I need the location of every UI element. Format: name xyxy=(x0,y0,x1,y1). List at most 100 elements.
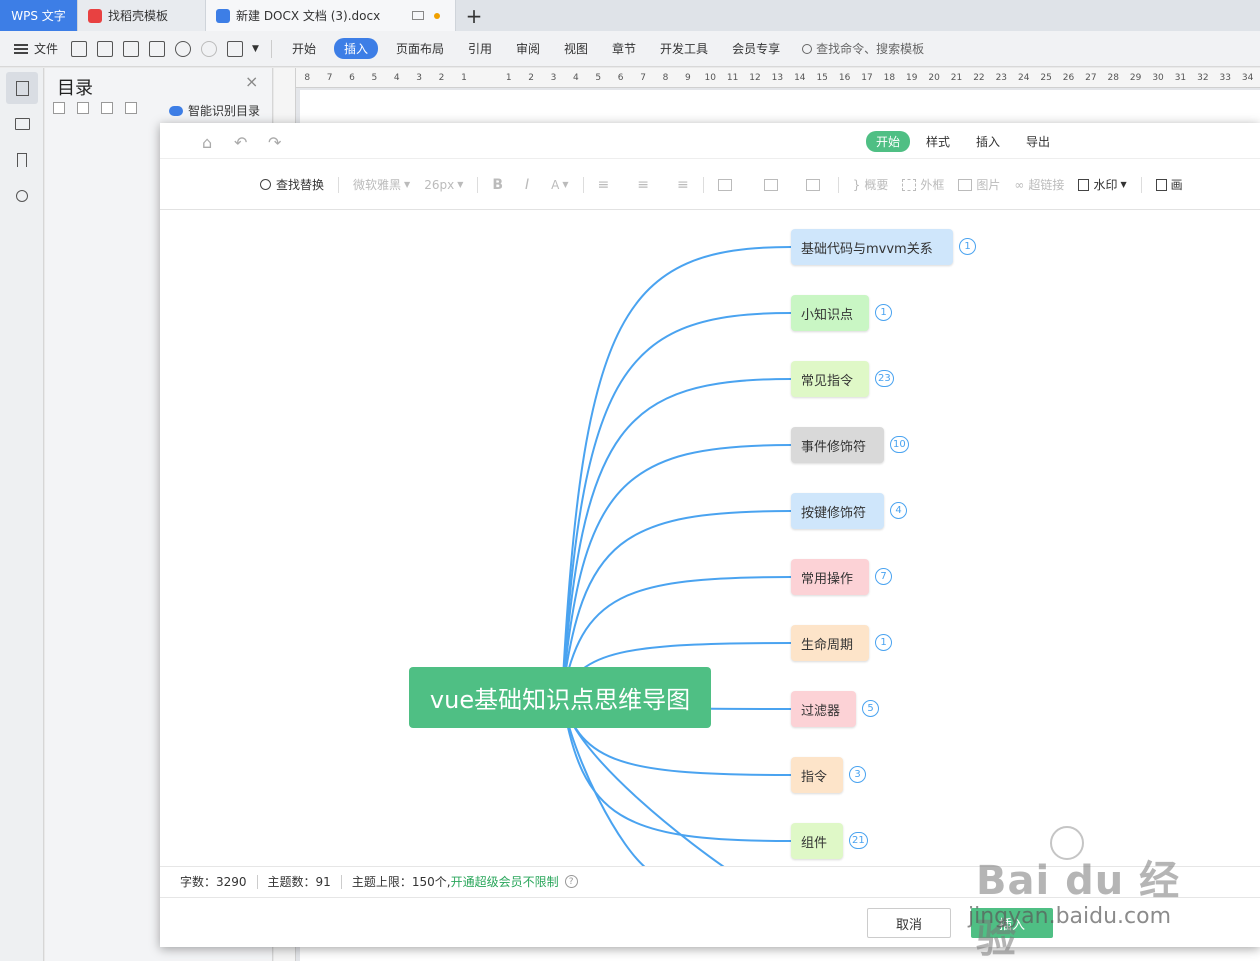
save-icon[interactable] xyxy=(71,40,88,57)
menu-developer[interactable]: 开发工具 xyxy=(648,40,720,57)
export-pdf-icon[interactable] xyxy=(97,40,114,57)
collapse-count-badge[interactable]: 1 xyxy=(875,634,892,651)
menu-page-layout[interactable]: 页面布局 xyxy=(384,40,456,57)
canvas-button[interactable]: 画 xyxy=(1155,176,1183,193)
collapse-count-badge[interactable]: 3 xyxy=(849,766,866,783)
collapse-count-badge[interactable]: 4 xyxy=(890,502,907,519)
topic-limit: 主题上限：150个, xyxy=(351,875,451,889)
upgrade-link[interactable]: 开通超级会员不限制 xyxy=(451,873,559,890)
topic-node[interactable]: 过滤器 xyxy=(791,691,856,727)
undo-icon[interactable]: ↶ xyxy=(234,133,247,152)
add-icon[interactable] xyxy=(101,102,113,114)
font-select[interactable]: 微软雅黑 ▼ xyxy=(353,176,410,193)
root-topic[interactable]: vue基础知识点思维导图 xyxy=(409,667,711,728)
italic-button[interactable]: I xyxy=(517,177,537,193)
quick-access-dropdown-icon[interactable]: ▼ xyxy=(252,44,259,54)
nav-search[interactable] xyxy=(6,180,38,212)
undo-icon[interactable] xyxy=(175,40,192,57)
add-child-button[interactable] xyxy=(717,178,736,191)
menu-section[interactable]: 章节 xyxy=(600,40,648,57)
remove-icon[interactable] xyxy=(125,102,137,114)
file-menu[interactable]: 文件 xyxy=(0,40,66,57)
topic-node[interactable]: 常用操作 xyxy=(791,559,869,595)
menu-review[interactable]: 审阅 xyxy=(504,40,552,57)
expand-icon[interactable] xyxy=(77,102,89,114)
align-left-button[interactable]: ≡ xyxy=(598,177,610,193)
menu-references[interactable]: 引用 xyxy=(456,40,504,57)
nav-bookmarks[interactable] xyxy=(6,144,38,176)
align-center-button[interactable]: ≡ xyxy=(623,177,663,193)
command-search[interactable]: 查找命令、搜索模板 xyxy=(802,40,924,57)
menu-view[interactable]: 视图 xyxy=(552,40,600,57)
ruler-tick: 9 xyxy=(684,72,691,83)
mindmap-canvas[interactable]: vue基础知识点思维导图 基础代码与mvvm关系 1 小知识点 1 常见指令 23 事件修饰… xyxy=(160,211,1260,866)
topic-node[interactable]: 常见指令 xyxy=(791,361,869,397)
ruler-tick: 22 xyxy=(973,72,985,83)
font-size-select[interactable]: 26px ▼ xyxy=(424,178,463,192)
ruler-tick: 4 xyxy=(573,72,579,83)
format-painter-icon[interactable] xyxy=(227,40,244,57)
chevron-down-icon: ▼ xyxy=(404,180,411,189)
collapse-count-badge[interactable]: 7 xyxy=(875,568,892,585)
watermark-button[interactable]: 水印 ▼ xyxy=(1078,176,1127,193)
collapse-icon[interactable] xyxy=(53,102,65,114)
align-right-button[interactable]: ≡ xyxy=(677,177,689,193)
topic-node[interactable]: 生命周期 xyxy=(791,625,869,661)
topic-node[interactable]: 小知识点 xyxy=(791,295,869,331)
add-sibling-button[interactable] xyxy=(750,178,792,191)
bold-icon: B xyxy=(492,176,504,193)
smart-toc-button[interactable]: 智能识别目录 xyxy=(169,102,260,119)
topic-node[interactable]: 事件修饰符 xyxy=(791,427,884,463)
collapse-count-badge[interactable]: 1 xyxy=(875,304,892,321)
summary-button[interactable]: } 概要 xyxy=(853,176,889,193)
horizontal-ruler: 8 7 6 5 4 3 2 1 1 2 3 4 5 6 7 8 9 10 11 12 13 14 15 16 17 18 19 20 2… xyxy=(296,68,1260,88)
watermark-label: 水印 xyxy=(1093,178,1118,192)
tab-style[interactable]: 样式 xyxy=(916,131,960,152)
menu-member[interactable]: 会员专享 xyxy=(720,40,792,57)
redo-icon[interactable]: ↷ xyxy=(268,133,281,152)
cancel-button[interactable]: 取消 xyxy=(867,908,951,938)
nav-chapters[interactable] xyxy=(6,108,38,140)
tab-template-label: 找稻壳模板 xyxy=(108,9,169,23)
command-search-placeholder: 查找命令、搜索模板 xyxy=(816,42,925,56)
ruler-tick: 5 xyxy=(371,72,378,83)
topic-node[interactable]: 按键修饰符 xyxy=(791,493,884,529)
nav-toc[interactable] xyxy=(6,72,38,104)
menu-home[interactable]: 开始 xyxy=(280,40,328,57)
redo-icon[interactable] xyxy=(201,40,218,57)
ruler-tick: 1 xyxy=(505,72,512,83)
new-tab-button[interactable]: + xyxy=(456,0,492,31)
tab-insert[interactable]: 插入 xyxy=(966,131,1010,152)
find-replace-button[interactable]: 查找替换 xyxy=(260,176,324,193)
topic-node[interactable]: 组件 xyxy=(791,823,843,859)
format-brush-icon[interactable]: ⌂ xyxy=(202,133,212,152)
collapse-count-badge[interactable]: 10 xyxy=(890,436,909,453)
font-color-button[interactable]: A ▼ xyxy=(551,178,568,192)
monitor-icon[interactable] xyxy=(412,11,425,20)
ruler-tick: 7 xyxy=(640,72,646,83)
collapse-count-badge[interactable]: 21 xyxy=(849,832,868,849)
tab-start[interactable]: 开始 xyxy=(866,131,911,152)
menu-insert[interactable]: 插入 xyxy=(333,38,378,59)
tab-template[interactable]: 找稻壳模板 xyxy=(78,0,206,31)
tab-export[interactable]: 导出 xyxy=(1016,131,1060,152)
docer-icon xyxy=(88,8,102,23)
image-button[interactable]: 图片 xyxy=(958,176,1000,193)
close-icon[interactable]: × xyxy=(245,72,258,91)
file-menu-label: 文件 xyxy=(34,42,59,56)
tab-document[interactable]: 新建 DOCX 文档 (3).docx xyxy=(206,0,456,31)
link-icon: ∞ xyxy=(1014,177,1025,192)
add-parent-button[interactable] xyxy=(805,178,824,191)
print-preview-icon[interactable] xyxy=(149,40,166,57)
link-button[interactable]: ∞ 超链接 xyxy=(1014,176,1064,193)
bold-button[interactable]: B xyxy=(492,177,503,193)
collapse-count-badge[interactable]: 1 xyxy=(959,238,976,255)
tab-wps-writer[interactable]: WPS 文字 xyxy=(0,0,78,31)
print-icon[interactable] xyxy=(123,40,140,57)
collapse-count-badge[interactable]: 23 xyxy=(875,370,894,387)
help-icon[interactable]: ? xyxy=(564,875,578,888)
topic-node[interactable]: 指令 xyxy=(791,757,843,793)
collapse-count-badge[interactable]: 5 xyxy=(862,700,879,717)
frame-button[interactable]: 外框 xyxy=(902,176,944,193)
topic-node[interactable]: 基础代码与mvvm关系 xyxy=(791,229,953,265)
